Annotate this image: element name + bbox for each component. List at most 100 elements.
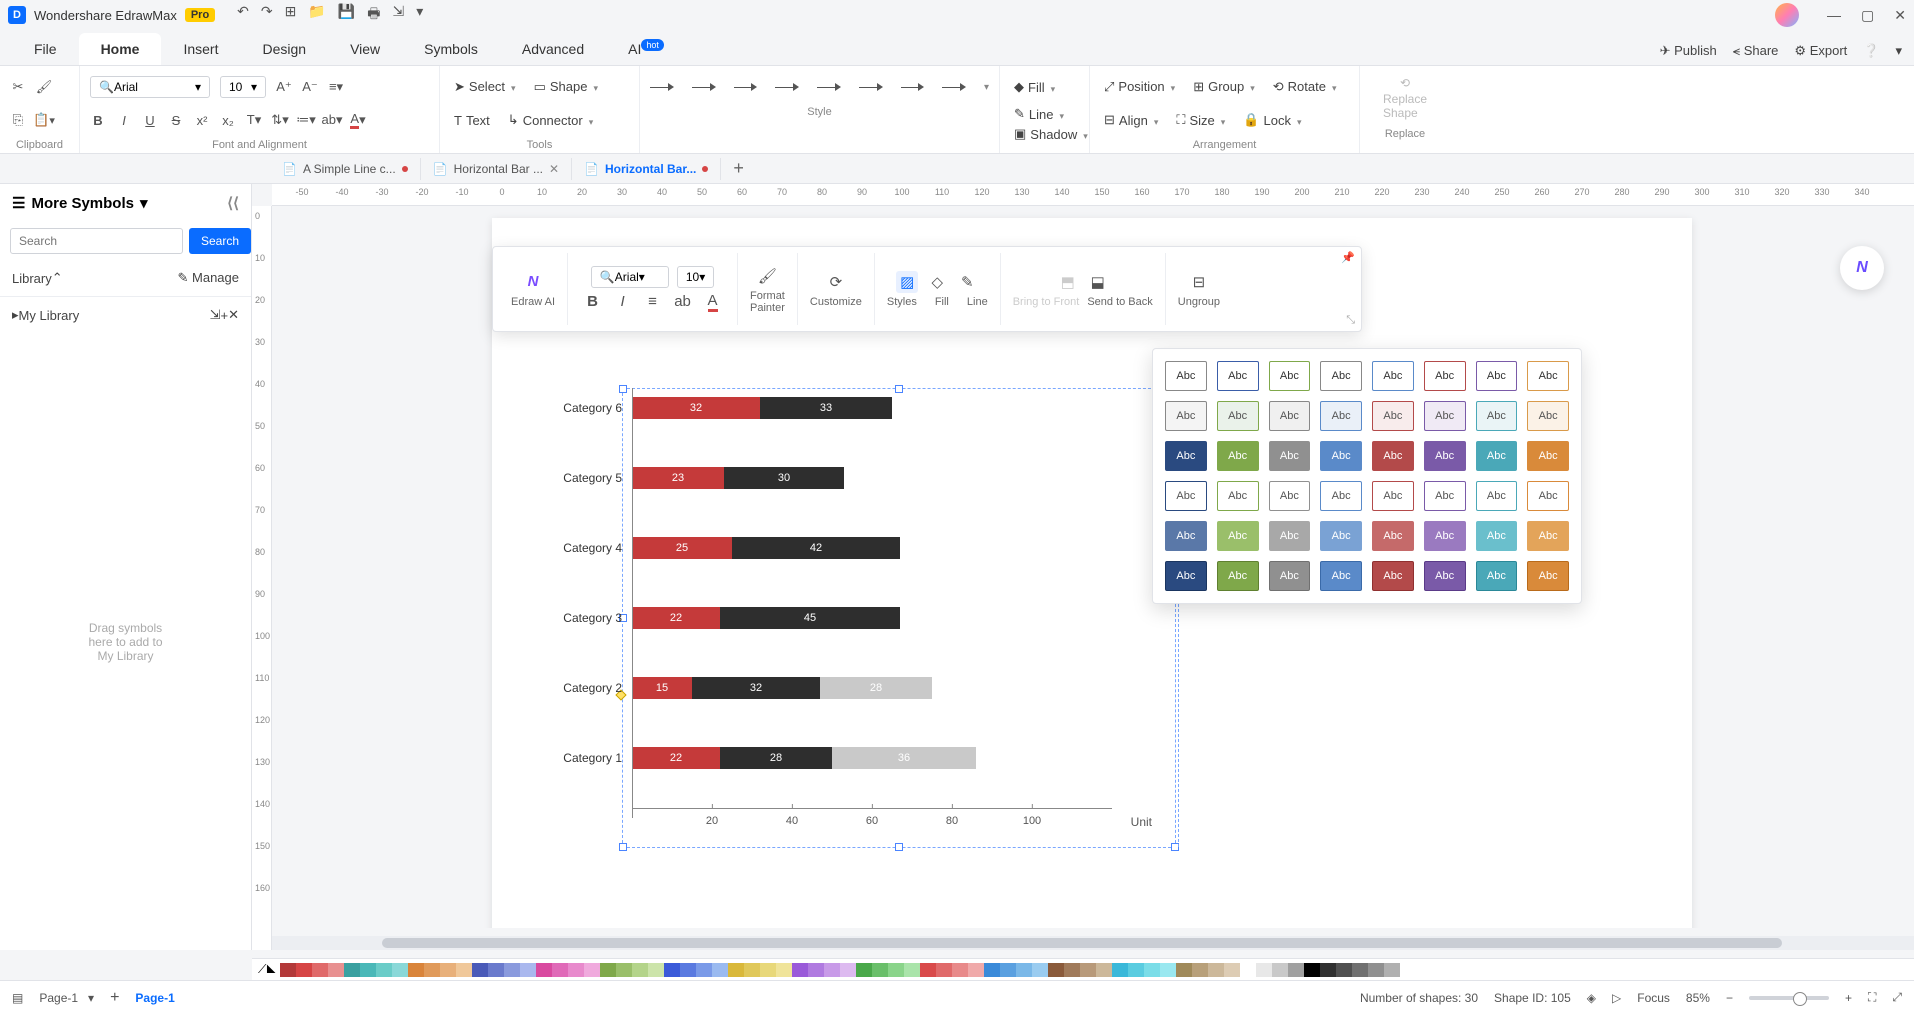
chart-bar-row[interactable]: Category 52330 bbox=[552, 458, 1112, 498]
cut-icon[interactable]: ✂ bbox=[10, 79, 26, 95]
arrow-gallery-more[interactable]: ▾ bbox=[984, 82, 989, 93]
arrow-style-1[interactable] bbox=[650, 80, 674, 94]
doc-tab-1[interactable]: 📄 A Simple Line c... bbox=[270, 158, 421, 180]
float-bold-icon[interactable]: B bbox=[582, 291, 604, 313]
palette-swatch[interactable] bbox=[456, 963, 472, 977]
bar-segment[interactable]: 28 bbox=[820, 677, 932, 699]
search-button[interactable]: Search bbox=[189, 228, 251, 254]
zoom-in-button[interactable]: + bbox=[1845, 991, 1852, 1005]
palette-swatch[interactable] bbox=[792, 963, 808, 977]
zoom-slider[interactable] bbox=[1749, 996, 1829, 1000]
palette-swatch[interactable] bbox=[888, 963, 904, 977]
lock-button[interactable]: 🔒 Lock bbox=[1239, 110, 1305, 130]
shape-tool[interactable]: ▭ Shape bbox=[530, 77, 602, 97]
line-spacing-icon[interactable]: ⇅▾ bbox=[272, 112, 288, 128]
palette-swatch[interactable] bbox=[744, 963, 760, 977]
group-button[interactable]: ⊞ Group bbox=[1189, 77, 1259, 97]
style-swatch[interactable]: Abc bbox=[1424, 521, 1466, 551]
arrow-style-2[interactable] bbox=[692, 80, 716, 94]
style-swatch[interactable]: Abc bbox=[1269, 441, 1311, 471]
chart-bar-row[interactable]: Category 42542 bbox=[552, 528, 1112, 568]
chart-bar-row[interactable]: Category 32245 bbox=[552, 598, 1112, 638]
palette-swatch[interactable] bbox=[760, 963, 776, 977]
palette-swatch[interactable] bbox=[1224, 963, 1240, 977]
menu-file[interactable]: File bbox=[12, 33, 79, 65]
palette-swatch[interactable] bbox=[1064, 963, 1080, 977]
style-swatch[interactable]: Abc bbox=[1527, 561, 1569, 591]
palette-swatch[interactable] bbox=[520, 963, 536, 977]
bar-segment[interactable]: 22 bbox=[632, 747, 720, 769]
tab-close-icon[interactable]: ✕ bbox=[549, 162, 559, 176]
fill-icon[interactable]: ◇ bbox=[926, 271, 948, 293]
text-align-icon[interactable]: ≡▾ bbox=[328, 79, 344, 95]
canvas[interactable]: Category 63233Category 52330Category 425… bbox=[272, 206, 1914, 928]
palette-swatch[interactable] bbox=[840, 963, 856, 977]
style-swatch[interactable]: Abc bbox=[1372, 481, 1414, 511]
style-swatch[interactable]: Abc bbox=[1372, 561, 1414, 591]
font-family-select[interactable]: 🔍 Arial▾ bbox=[90, 76, 210, 98]
bar-segment[interactable]: 25 bbox=[632, 537, 732, 559]
palette-swatch[interactable] bbox=[296, 963, 312, 977]
menu-design[interactable]: Design bbox=[240, 33, 328, 65]
palette-swatch[interactable] bbox=[568, 963, 584, 977]
text-transform-icon[interactable]: ab▾ bbox=[324, 112, 340, 128]
float-size-select[interactable]: 10 ▾ bbox=[677, 266, 714, 288]
palette-swatch[interactable] bbox=[968, 963, 984, 977]
style-swatch[interactable]: Abc bbox=[1165, 561, 1207, 591]
palette-swatch[interactable] bbox=[728, 963, 744, 977]
palette-swatch[interactable] bbox=[1384, 963, 1400, 977]
palette-swatch[interactable] bbox=[280, 963, 296, 977]
close-icon[interactable]: ✕ bbox=[1894, 7, 1906, 24]
style-swatch[interactable]: Abc bbox=[1165, 361, 1207, 391]
new-icon[interactable]: ⊞ bbox=[285, 3, 297, 27]
size-button[interactable]: ⛶ Size bbox=[1172, 110, 1229, 130]
style-swatch[interactable]: Abc bbox=[1476, 361, 1518, 391]
style-swatch[interactable]: Abc bbox=[1527, 521, 1569, 551]
bar-segment[interactable]: 42 bbox=[732, 537, 900, 559]
palette-swatch[interactable] bbox=[920, 963, 936, 977]
superscript-icon[interactable]: x² bbox=[194, 112, 210, 128]
chart-bar-row[interactable]: Category 2153228 bbox=[552, 668, 1112, 708]
palette-swatch[interactable] bbox=[536, 963, 552, 977]
menu-advanced[interactable]: Advanced bbox=[500, 33, 606, 65]
replace-shape-button[interactable]: ⟲Replace Shape bbox=[1370, 70, 1440, 126]
palette-swatch[interactable] bbox=[1000, 963, 1016, 977]
page-layout-icon[interactable]: ▤ bbox=[12, 991, 23, 1005]
ai-floating-button[interactable]: N bbox=[1840, 246, 1884, 290]
palette-swatch[interactable] bbox=[824, 963, 840, 977]
palette-swatch[interactable] bbox=[696, 963, 712, 977]
style-swatch[interactable]: Abc bbox=[1527, 401, 1569, 431]
palette-swatch[interactable] bbox=[936, 963, 952, 977]
palette-swatch[interactable] bbox=[680, 963, 696, 977]
collapse-panel-icon[interactable]: ⟨⟨ bbox=[227, 194, 239, 212]
position-button[interactable]: ⤢ Position bbox=[1100, 77, 1179, 97]
menu-more-icon[interactable]: ▾ bbox=[1895, 43, 1902, 59]
menu-symbols[interactable]: Symbols bbox=[402, 33, 500, 65]
style-swatch[interactable]: Abc bbox=[1527, 481, 1569, 511]
print-icon[interactable]: 🖶 bbox=[367, 3, 380, 27]
bar-segment[interactable]: 15 bbox=[632, 677, 692, 699]
arrow-style-6[interactable] bbox=[859, 80, 883, 94]
fill-button[interactable]: ◆ Fill bbox=[1010, 77, 1059, 97]
palette-swatch[interactable] bbox=[1032, 963, 1048, 977]
palette-swatch[interactable] bbox=[776, 963, 792, 977]
style-swatch[interactable]: Abc bbox=[1476, 561, 1518, 591]
increase-font-icon[interactable]: A⁺ bbox=[276, 79, 292, 95]
palette-swatch[interactable] bbox=[952, 963, 968, 977]
style-swatch[interactable]: Abc bbox=[1320, 441, 1362, 471]
palette-swatch[interactable] bbox=[392, 963, 408, 977]
export-button[interactable]: ⚙ Export bbox=[1794, 43, 1847, 59]
style-swatch[interactable]: Abc bbox=[1217, 361, 1259, 391]
align-button[interactable]: ⊟ Align bbox=[1100, 110, 1162, 130]
format-painter-icon[interactable]: 🖌 bbox=[36, 79, 52, 95]
arrow-style-3[interactable] bbox=[734, 80, 758, 94]
mylib-add-icon[interactable]: + bbox=[221, 308, 229, 323]
style-swatch[interactable]: Abc bbox=[1217, 441, 1259, 471]
style-swatch[interactable]: Abc bbox=[1165, 441, 1207, 471]
menu-view[interactable]: View bbox=[328, 33, 402, 65]
palette-swatch[interactable] bbox=[1272, 963, 1288, 977]
font-color-icon[interactable]: A▾ bbox=[350, 112, 366, 128]
styles-icon[interactable]: ▨ bbox=[896, 271, 918, 293]
palette-swatch[interactable] bbox=[1160, 963, 1176, 977]
style-swatch[interactable]: Abc bbox=[1424, 561, 1466, 591]
